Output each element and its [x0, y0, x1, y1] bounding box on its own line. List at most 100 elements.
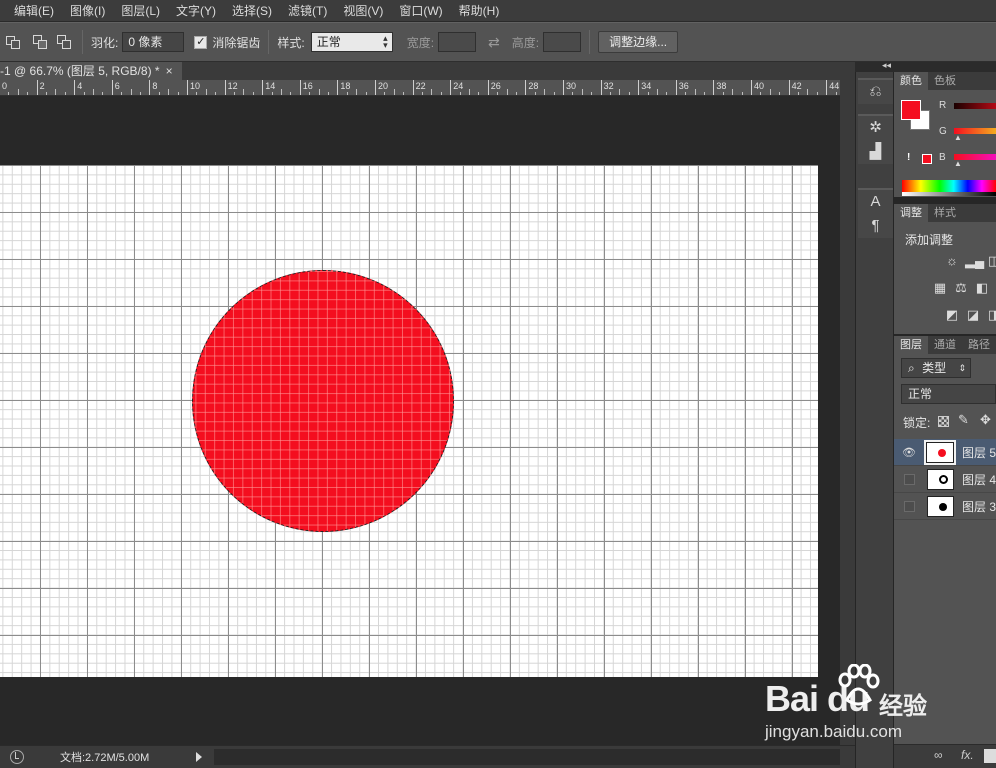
ruler-minor-tick	[798, 92, 799, 95]
adjustment-icons-row-3: ◩ ◪ ◨	[944, 308, 996, 322]
ruler-tick-label: 4	[77, 81, 83, 91]
gamut-color-swatch[interactable]	[922, 154, 932, 164]
layer-name[interactable]: 图层 5	[962, 444, 996, 461]
menu-help[interactable]: 帮助(H)	[451, 0, 508, 22]
tab-color[interactable]: 颜色	[894, 72, 928, 90]
refine-edge-button[interactable]: 调整边缘...	[598, 31, 679, 53]
red-slider[interactable]	[954, 103, 996, 109]
ruler-minor-tick	[581, 89, 583, 95]
menu-image[interactable]: 图像(I)	[62, 0, 113, 22]
color-balance-icon[interactable]: ⚖	[953, 281, 969, 295]
layer-row[interactable]: 图层 3	[894, 493, 996, 520]
posterize-icon[interactable]: ◪	[965, 308, 981, 322]
ruler-major-tick	[187, 80, 188, 95]
paragraph-icon[interactable]: ¶	[858, 214, 893, 238]
menu-type[interactable]: 文字(Y)	[168, 0, 224, 22]
levels-icon[interactable]: ▂▄	[965, 254, 984, 268]
menu-layer[interactable]: 图层(L)	[113, 0, 168, 22]
lock-transparent-pixels-icon[interactable]	[938, 416, 949, 427]
ruler-minor-tick	[46, 92, 47, 95]
tab-swatches[interactable]: 色板	[928, 72, 962, 90]
link-layers-icon[interactable]: ∞	[934, 748, 943, 762]
layer-name[interactable]: 图层 4	[962, 471, 996, 488]
horizontal-scrollbar[interactable]	[214, 749, 840, 765]
ruler-tick-label: 16	[302, 81, 313, 91]
ruler-minor-tick	[769, 89, 771, 95]
character-icon[interactable]: A	[858, 190, 893, 214]
gamut-warning-icon[interactable]: !	[907, 152, 910, 163]
subtract-from-selection-icon[interactable]	[30, 32, 50, 52]
threshold-icon[interactable]: ◨	[986, 308, 996, 322]
style-select[interactable]: 正常 ▴ ▾	[310, 32, 393, 52]
green-slider-thumb-icon[interactable]: ▲	[954, 133, 962, 142]
strip-group-text: A ¶	[858, 188, 893, 238]
tab-channels[interactable]: 通道	[928, 336, 962, 354]
ruler-minor-tick	[271, 92, 273, 95]
ruler-minor-tick	[610, 92, 611, 95]
brightness-icon[interactable]: ☼	[944, 254, 960, 268]
add-mask-icon[interactable]	[984, 749, 996, 763]
lock-image-pixels-icon[interactable]: ✎	[958, 412, 969, 428]
antialias-checkbox[interactable]: ✓	[194, 35, 208, 49]
add-to-selection-icon[interactable]	[6, 32, 26, 52]
visibility-toggle[interactable]	[904, 473, 915, 485]
panel-collapse-bar[interactable]: ◂◂	[855, 60, 996, 72]
hue-saturation-icon[interactable]: ▦	[932, 281, 948, 295]
intersect-selection-icon[interactable]	[54, 32, 74, 52]
blue-slider-thumb-icon[interactable]: ▲	[954, 159, 962, 168]
histogram-icon[interactable]: ▟	[858, 140, 893, 164]
ruler-minor-tick	[365, 92, 367, 95]
layer-effects-icon[interactable]: fx.	[961, 748, 974, 762]
swap-dimensions-icon[interactable]: ⇄	[488, 34, 500, 51]
canvas-area[interactable]	[0, 96, 840, 745]
document-tab-title: -1 @ 66.7% (图层 5, RGB/8) *	[0, 64, 160, 78]
foreground-color-swatch[interactable]	[901, 100, 921, 120]
tab-adjustments[interactable]: 调整	[894, 204, 928, 222]
navigator-icon[interactable]: ✲	[858, 116, 893, 140]
document-tab[interactable]: -1 @ 66.7% (图层 5, RGB/8) * ×	[0, 62, 182, 80]
visibility-toggle[interactable]	[904, 500, 915, 512]
ruler-minor-tick	[64, 92, 66, 95]
layer-filter-select[interactable]: ⌕ 类型 ⇕	[901, 358, 971, 378]
tab-layers[interactable]: 图层	[894, 336, 928, 354]
invert-icon[interactable]: ◩	[944, 308, 960, 322]
tab-styles[interactable]: 样式	[928, 204, 962, 222]
ruler-tick-label: 30	[566, 81, 577, 91]
blend-mode-select[interactable]: 正常	[901, 384, 996, 404]
black-white-icon[interactable]: ◧	[974, 281, 990, 295]
menu-view[interactable]: 视图(V)	[335, 0, 391, 22]
red-circle-selection[interactable]	[192, 270, 454, 532]
height-input[interactable]	[543, 32, 582, 52]
menu-edit[interactable]: 编辑(E)	[0, 0, 62, 22]
vertical-scrollbar[interactable]	[840, 80, 855, 745]
curves-icon[interactable]: ◫	[986, 254, 996, 268]
layer-name[interactable]: 图层 3	[962, 498, 996, 515]
visibility-eye-icon[interactable]: 👁	[902, 446, 916, 459]
ruler-minor-tick	[403, 92, 405, 95]
close-tab-icon[interactable]: ×	[166, 64, 173, 78]
horizontal-ruler: 0 2 4 6 8 10 12 14 16 18 20 22 24 26 28 30 32 34 36 38 40 42 4…	[0, 80, 840, 96]
color-spectrum[interactable]	[902, 180, 996, 196]
menu-select[interactable]: 选择(S)	[224, 0, 280, 22]
collapse-panels-icon[interactable]: ◂◂	[882, 60, 891, 71]
menu-window[interactable]: 窗口(W)	[391, 0, 450, 22]
select-arrows-icon: ▴ ▾	[383, 33, 388, 50]
status-info-icon[interactable]	[10, 750, 24, 764]
layer-row[interactable]: 图层 4	[894, 466, 996, 493]
adjustment-icons-row-1: ☼ ▂▄ ◫	[944, 254, 996, 268]
document-canvas[interactable]	[0, 165, 818, 677]
ruler-major-tick	[751, 80, 752, 95]
history-icon[interactable]: ⎌	[858, 80, 893, 104]
width-input[interactable]	[438, 32, 477, 52]
ruler-minor-tick	[27, 92, 29, 95]
layer-row[interactable]: 👁 图层 5	[894, 439, 996, 466]
menu-filter[interactable]: 滤镜(T)	[280, 0, 335, 22]
antialias-toggle[interactable]: ✓ 消除锯齿	[194, 34, 260, 51]
tab-paths[interactable]: 路径	[962, 336, 996, 354]
lock-position-icon[interactable]: ✥	[980, 412, 991, 428]
ruler-minor-tick	[252, 92, 254, 95]
status-menu-arrow-icon[interactable]	[196, 752, 202, 762]
ruler-minor-tick	[55, 89, 57, 95]
ruler-minor-tick	[346, 92, 348, 95]
feather-input[interactable]: 0 像素	[122, 32, 185, 52]
